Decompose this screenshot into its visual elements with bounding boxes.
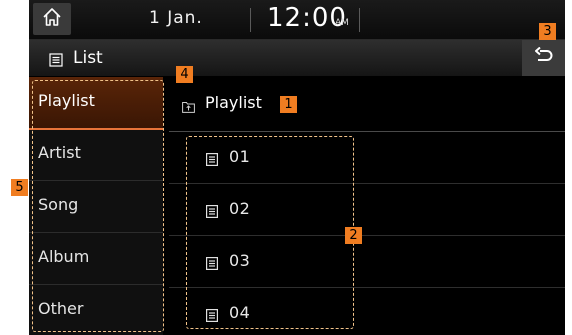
back-arrow-icon xyxy=(534,46,554,69)
home-icon xyxy=(42,7,62,31)
back-button[interactable] xyxy=(522,40,565,76)
status-divider xyxy=(250,8,251,32)
callout-badge-4: 4 xyxy=(176,66,193,83)
ampm-indicator: AM xyxy=(335,18,349,28)
status-bar: 1 Jan. 12:00 AM xyxy=(29,0,565,40)
callout-badge-5: 5 xyxy=(11,179,28,196)
list-highlight-outline xyxy=(186,136,354,329)
page-root: { "status_bar": { "date": "1 Jan.", "tim… xyxy=(0,0,572,335)
list-header: List xyxy=(29,40,565,76)
status-divider xyxy=(359,8,360,32)
sidebar-highlight-outline xyxy=(32,80,164,332)
callout-badge-2: 2 xyxy=(345,227,362,244)
folder-name: Playlist xyxy=(205,93,262,112)
folder-up-icon xyxy=(182,98,195,117)
page-title: List xyxy=(73,48,103,68)
home-button[interactable] xyxy=(33,3,71,35)
callout-badge-1: 1 xyxy=(280,96,297,113)
list-icon xyxy=(49,52,63,71)
parent-folder-row[interactable]: Playlist xyxy=(169,77,565,132)
date-display: 1 Jan. xyxy=(149,8,203,28)
callout-badge-3: 3 xyxy=(539,23,556,40)
